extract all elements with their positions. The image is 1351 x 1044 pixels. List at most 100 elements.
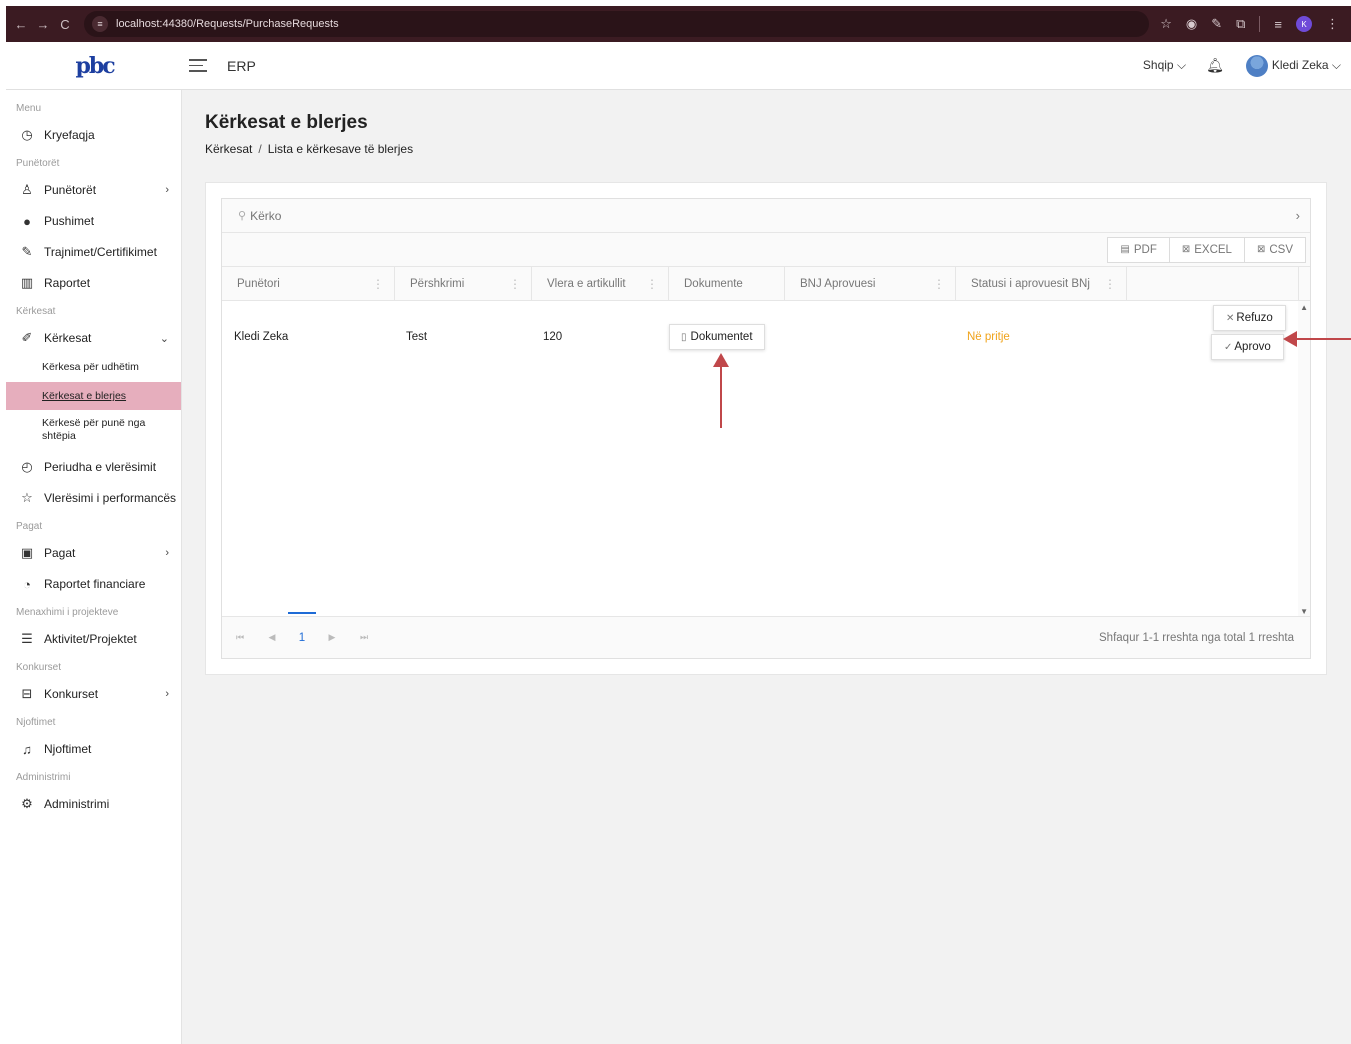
bell-icon[interactable]: 🔔︎ <box>1206 57 1224 74</box>
section-employees: Punëtorët <box>16 158 60 169</box>
search-input[interactable] <box>250 208 1251 223</box>
search-icon: ⚲ <box>238 210 247 222</box>
section-salaries: Pagat <box>16 521 43 532</box>
sidebar-subitem-home-work[interactable]: Kërkesë për punë nga shtëpia <box>6 417 156 443</box>
sidebar-item-home[interactable]: ◷ Kryefaqja <box>6 122 181 148</box>
scroll-down-icon[interactable]: ▼ <box>1300 607 1308 616</box>
column-menu-icon[interactable]: ⋮ <box>933 277 945 291</box>
edit-document-icon: ✎ <box>21 244 33 259</box>
column-menu-icon[interactable]: ⋮ <box>509 277 521 291</box>
sidebar-item-administration[interactable]: ⚙ Administrimi <box>6 791 181 817</box>
column-menu-icon[interactable]: ⋮ <box>1104 277 1116 291</box>
grid-card: ⚲ › ▤PDF ⊠EXCEL ⊠CSV Punëtori⋮ Përshkrim… <box>205 182 1327 675</box>
sidebar-item-trainings[interactable]: ✎ Trajnimet/Certifikimet <box>6 239 181 265</box>
sidebar-item-performance[interactable]: ☆ Vlerësimi i performancës <box>6 485 181 511</box>
chevron-right-icon: › <box>165 184 169 196</box>
chevron-right-icon: › <box>165 547 169 559</box>
language-selector[interactable]: Shqip ⌵ <box>1143 58 1186 73</box>
bell-icon: ♫ <box>22 741 32 757</box>
money-icon: ▣ <box>20 545 34 560</box>
sidebar-item-reports[interactable]: ▥ Raportet <box>6 270 181 296</box>
clock-icon: ◴ <box>21 459 33 474</box>
edit-icon[interactable]: ✎ <box>1211 16 1222 32</box>
briefcase-icon: ⊟ <box>21 686 33 701</box>
table-row: Kledi Zeka Test 120 ▯ Dokumentet Në pritj… <box>222 305 1298 367</box>
browser-menu-icon[interactable]: ⋮ <box>1326 16 1339 32</box>
user-menu[interactable]: Kledi Zeka ⌵ <box>1272 58 1341 73</box>
app-title: ERP <box>227 57 256 74</box>
column-header-actions <box>1127 267 1299 301</box>
hamburger-menu-icon[interactable] <box>189 59 207 72</box>
list-icon: ☰ <box>21 631 33 646</box>
address-bar[interactable]: ≡ localhost:44380/Requests/PurchaseReque… <box>84 11 1149 37</box>
pdf-icon: ▤ <box>1120 244 1130 255</box>
column-header-approver[interactable]: BNJ Aprovuesi ⋮ <box>785 267 956 301</box>
column-menu-icon[interactable]: ⋮ <box>372 277 384 291</box>
breadcrumb-root[interactable]: Kërkesat <box>205 142 252 156</box>
back-icon[interactable]: ← <box>10 17 32 32</box>
first-page-icon[interactable]: ⏮ <box>224 632 256 643</box>
company-logo[interactable]: pbc <box>6 51 181 81</box>
camera-icon[interactable]: ◉ <box>1186 16 1197 32</box>
sidebar-item-salaries[interactable]: ▣ Pagat › <box>6 540 181 566</box>
user-icon: ♙ <box>21 182 33 197</box>
column-header-documents[interactable]: Dokumente <box>669 267 785 301</box>
breadcrumb: Kërkesat / Lista e kërkesave të blerjes <box>205 142 414 156</box>
page-number[interactable]: 1 <box>288 611 316 644</box>
section-notifications: Njoftimet <box>16 717 56 728</box>
documents-button[interactable]: ▯ Dokumentet <box>669 324 765 350</box>
sidebar-item-vacations[interactable]: ● Pushimet <box>6 208 181 234</box>
export-pdf-button[interactable]: ▤ PDF <box>1107 236 1170 263</box>
bar-chart-icon: ▥ <box>20 275 34 290</box>
bookmark-icon[interactable]: ☆ <box>1160 16 1172 32</box>
search-row: ⚲ › <box>222 199 1310 233</box>
prev-page-icon[interactable]: ◀ <box>256 632 288 643</box>
logo-text: pbc <box>75 52 116 79</box>
extensions-icon[interactable]: ⧉ <box>1236 16 1245 32</box>
column-menu-icon[interactable]: ⋮ <box>646 277 658 291</box>
app-header: pbc ERP Shqip ⌵ 🔔︎ Kledi Zeka ⌵ <box>6 42 1351 90</box>
site-settings-icon[interactable]: ≡ <box>92 16 108 32</box>
status-badge: Në pritje <box>967 331 1010 343</box>
forward-icon[interactable]: → <box>32 17 54 32</box>
sidebar-subitem-travel[interactable]: Kërkesa për udhëtim <box>6 361 181 374</box>
sidebar-item-notifications[interactable]: ♫ Njoftimet <box>6 736 181 762</box>
user-avatar[interactable] <box>1245 54 1268 77</box>
column-header-description[interactable]: Përshkrimi ⋮ <box>395 267 532 301</box>
sidebar-item-requests[interactable]: ✐ Kërkesat ⌄ <box>6 325 181 351</box>
vertical-scrollbar[interactable]: ▲ ▼ <box>1298 301 1310 618</box>
chevron-right-icon[interactable]: › <box>1296 208 1300 223</box>
scroll-up-icon[interactable]: ▲ <box>1300 303 1308 312</box>
chevron-down-icon: ⌵ <box>1331 58 1341 72</box>
annotation-arrow-shaft <box>720 358 722 428</box>
column-header-employee[interactable]: Punëtori ⋮ <box>222 267 395 301</box>
pen-icon: ✐ <box>21 330 33 345</box>
sidebar-item-evaluation-period[interactable]: ◴ Periudha e vlerësimit <box>6 454 181 480</box>
globe-icon: ● <box>23 213 31 229</box>
column-header-status[interactable]: Statusi i aprovuesit BNj ⋮ <box>956 267 1127 301</box>
reading-list-icon[interactable]: ≡ <box>1274 17 1282 32</box>
approve-button[interactable]: ✓ Aprovo <box>1211 334 1284 360</box>
next-page-icon[interactable]: ▶ <box>316 632 348 643</box>
sidebar-subitem-purchase[interactable]: Kërkesat e blerjes <box>6 382 181 410</box>
cell-value: 120 <box>543 331 563 343</box>
dashboard-icon: ◷ <box>21 127 33 142</box>
gear-icon: ⚙ <box>21 796 33 811</box>
pie-chart-icon: ◔ <box>23 576 31 592</box>
sidebar-item-employees[interactable]: ♙ Punëtorët › <box>6 177 181 203</box>
export-csv-button[interactable]: ⊠ CSV <box>1243 236 1306 263</box>
reject-button[interactable]: ✕ Refuzo <box>1213 305 1286 331</box>
browser-toolbar: ← → C ≡ localhost:44380/Requests/Purchas… <box>6 6 1351 42</box>
last-page-icon[interactable]: ⏭ <box>348 632 380 643</box>
sidebar-item-activities[interactable]: ☰ Aktivitet/Projektet <box>6 626 181 652</box>
sidebar-item-competitions[interactable]: ⊟ Konkurset › <box>6 681 181 707</box>
column-header-value[interactable]: Vlera e artikullit ⋮ <box>532 267 669 301</box>
section-menu: Menu <box>16 103 42 114</box>
reload-icon[interactable]: C <box>54 17 76 32</box>
sidebar-item-financial-reports[interactable]: ◔ Raportet financiare <box>6 571 181 597</box>
export-excel-button[interactable]: ⊠ EXCEL <box>1168 236 1245 263</box>
profile-avatar[interactable]: K <box>1296 16 1312 32</box>
grid-body: Kledi Zeka Test 120 ▯ Dokumentet Në pritj… <box>222 301 1310 618</box>
cell-employee: Kledi Zeka <box>234 331 289 343</box>
data-grid: ⚲ › ▤PDF ⊠EXCEL ⊠CSV Punëtori⋮ Përshkrim… <box>221 198 1311 659</box>
